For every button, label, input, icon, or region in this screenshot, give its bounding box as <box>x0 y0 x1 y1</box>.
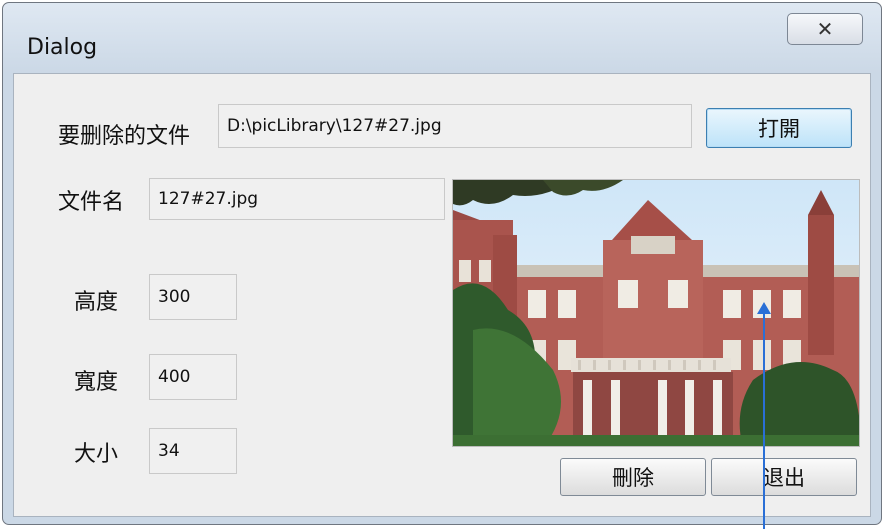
width-label: 寬度 <box>74 370 119 395</box>
open-button[interactable]: 打開 <box>706 108 852 148</box>
delete-button[interactable]: 刪除 <box>560 458 706 496</box>
height-field[interactable]: 300 <box>149 274 237 320</box>
dialog-window: Dialog ✕ 要删除的文件 D:\picLibrary\127#27.jpg… <box>2 2 882 525</box>
file-path-field[interactable]: D:\picLibrary\127#27.jpg <box>218 104 692 148</box>
title-bar[interactable]: Dialog ✕ <box>3 3 881 73</box>
exit-button-label: 退出 <box>763 466 805 490</box>
height-label: 高度 <box>74 290 119 315</box>
file-name-value: 127#27.jpg <box>158 189 259 209</box>
image-preview <box>452 179 860 447</box>
size-field[interactable]: 34 <box>149 428 237 474</box>
width-field[interactable]: 400 <box>149 354 237 400</box>
delete-button-label: 刪除 <box>612 466 654 490</box>
size-value: 34 <box>158 441 180 461</box>
width-value: 400 <box>158 367 191 387</box>
open-button-label: 打開 <box>758 117 800 141</box>
building-photo <box>453 180 859 446</box>
file-name-field[interactable]: 127#27.jpg <box>149 178 445 220</box>
dialog-client-area: 要删除的文件 D:\picLibrary\127#27.jpg 打開 文件名 1… <box>13 73 871 517</box>
file-to-delete-label: 要删除的文件 <box>58 124 191 149</box>
close-icon: ✕ <box>816 17 834 41</box>
exit-button[interactable]: 退出 <box>711 458 857 496</box>
window-title: Dialog <box>27 35 98 60</box>
height-value: 300 <box>158 287 191 307</box>
close-button[interactable]: ✕ <box>787 13 863 45</box>
file-name-label: 文件名 <box>58 190 125 215</box>
annotation-pointer-line <box>763 312 765 529</box>
size-label: 大小 <box>74 442 119 467</box>
file-path-value: D:\picLibrary\127#27.jpg <box>227 116 442 136</box>
